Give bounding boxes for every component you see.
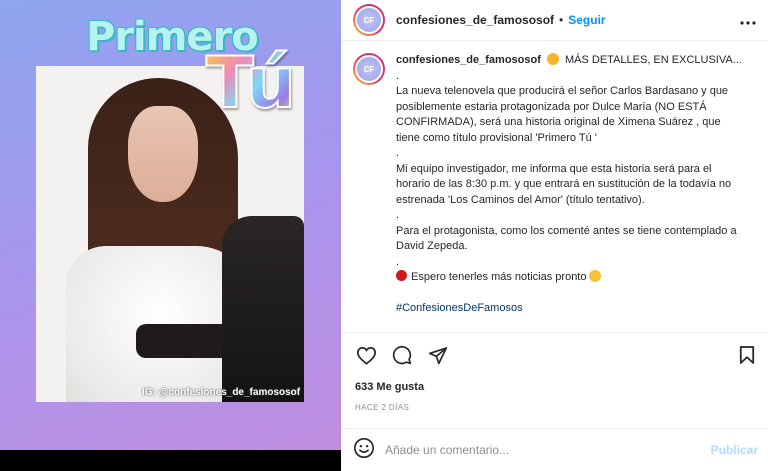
post-details-panel: CF confesiones_de_famososof • Seguir CF … — [341, 0, 768, 471]
photo-jacket — [222, 216, 304, 402]
caption: confesiones_de_famososof MÁS DETALLES, E… — [396, 53, 746, 331]
heart-icon[interactable] — [355, 344, 377, 366]
image-title-word: Tú — [205, 42, 297, 124]
publish-button[interactable]: Publicar — [711, 443, 758, 457]
caption-dot: . — [396, 147, 400, 159]
avatar-image: CF — [355, 6, 383, 34]
emoji-picker-icon[interactable] — [353, 437, 375, 464]
caption-section: CF confesiones_de_famososof MÁS DETALLES… — [353, 53, 756, 331]
post-media[interactable]: IG: @confesiones_de_famososof Primero Tú — [0, 0, 341, 471]
red-circle-emoji-icon — [396, 270, 407, 281]
caption-paragraph-1: La nueva telenovela que producirá el señ… — [396, 85, 729, 144]
bookmark-icon[interactable] — [736, 344, 758, 366]
caption-dot: . — [396, 255, 400, 268]
divider — [341, 332, 768, 333]
action-bar — [355, 343, 758, 367]
hashtag-link[interactable]: #ConfesionesDeFamosos — [396, 302, 523, 314]
caption-first-line: confesiones_de_famososof MÁS DETALLES, E… — [396, 53, 746, 69]
caption-username[interactable]: confesiones_de_famososof — [396, 54, 541, 66]
likes-count[interactable]: 633 Me gusta — [355, 381, 424, 393]
caption-paragraph-3: Para el protagonista, como los comenté a… — [396, 224, 737, 253]
follow-button[interactable]: Seguir — [568, 13, 605, 27]
caption-dot: . — [396, 69, 400, 82]
avatar[interactable]: CF — [353, 4, 385, 36]
caption-headline: MÁS DETALLES, EN EXCLUSIVA... — [565, 54, 742, 66]
photo-face — [128, 106, 198, 202]
more-options-icon[interactable] — [740, 12, 756, 28]
caption-paragraph-4: Espero tenerles más noticias pronto — [396, 270, 746, 286]
heart-eyes-emoji-icon — [546, 53, 559, 65]
post-header: CF confesiones_de_famososof • Seguir — [341, 0, 768, 41]
comment-icon[interactable] — [391, 344, 413, 366]
comment-input[interactable] — [385, 443, 711, 457]
share-icon[interactable] — [427, 344, 449, 366]
caption-paragraph-2: Mi equipo investigador, me informa que e… — [396, 162, 732, 206]
post-timestamp[interactable]: HACE 2 DÍAS — [355, 403, 409, 412]
header-separator: • — [559, 13, 564, 27]
caption-avatar[interactable]: CF — [353, 53, 385, 85]
image-watermark: IG: @confesiones_de_famososof — [142, 387, 301, 398]
caption-dot: . — [396, 209, 400, 221]
caption-avatar-image: CF — [355, 55, 383, 83]
comment-box: Publicar — [353, 429, 758, 471]
caption-closing-text: Espero tenerles más noticias pronto — [411, 271, 587, 283]
post-image: IG: @confesiones_de_famososof Primero Tú — [0, 0, 341, 450]
header-username[interactable]: confesiones_de_famososof — [396, 13, 554, 27]
smile-emoji-icon — [589, 270, 602, 282]
caption-hashtag-line: #ConfesionesDeFamosos — [396, 301, 746, 317]
